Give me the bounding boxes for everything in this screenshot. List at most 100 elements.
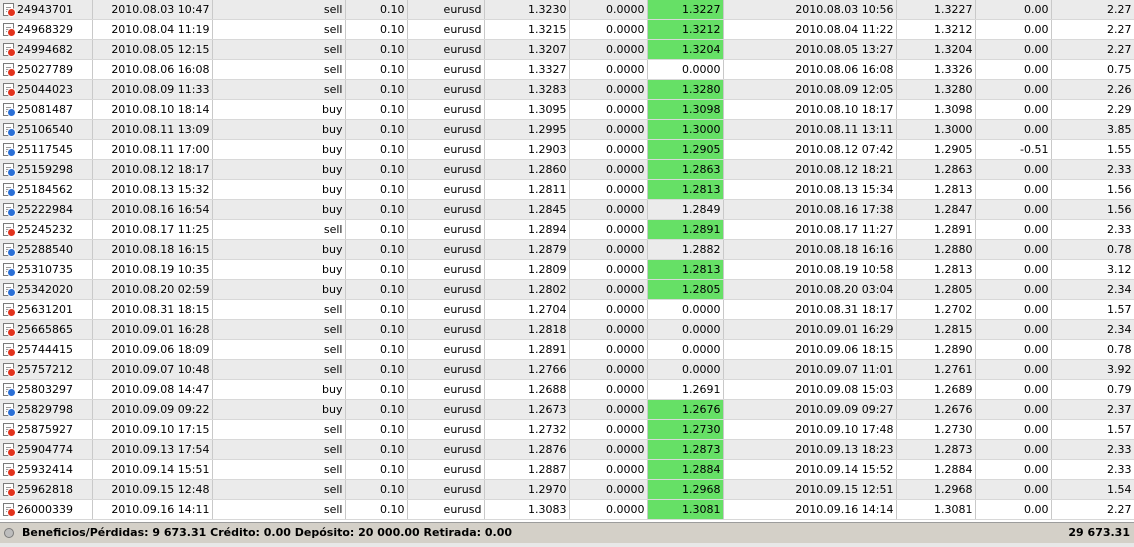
ticket-cell: 25829798 — [0, 399, 93, 420]
take-profit-text: 1.3227 — [682, 3, 721, 16]
open-price-cell: 1.2876 — [484, 439, 570, 460]
profit-cell: 1.56 — [1051, 199, 1134, 220]
symbol-cell: eurusd — [407, 0, 485, 20]
table-row[interactable]: 25159298 2010.08.12 18:17 buy 0.10 eurusd 1.2… — [0, 159, 1134, 180]
table-row[interactable]: 25081487 2010.08.10 18:14 buy 0.10 eurusd 1.3… — [0, 99, 1134, 120]
status-icon — [4, 528, 14, 538]
table-row[interactable]: 25288540 2010.08.18 16:15 buy 0.10 eurusd 1.2… — [0, 239, 1134, 260]
profit-text: 2.33 — [1107, 163, 1132, 176]
take-profit-text: 1.3098 — [682, 103, 721, 116]
table-row[interactable]: 25631201 2010.08.31 18:15 sell 0.10 eurusd 1.… — [0, 299, 1134, 320]
type-text: sell — [323, 443, 343, 456]
close-price-cell: 1.2905 — [896, 139, 976, 160]
stop-loss-cell: 0.0000 — [569, 0, 648, 20]
table-row[interactable]: 25342020 2010.08.20 02:59 buy 0.10 eurusd 1.2… — [0, 279, 1134, 300]
table-row[interactable]: 24968329 2010.08.04 11:19 sell 0.10 eurusd 1.… — [0, 19, 1134, 40]
symbol-cell: eurusd — [407, 139, 485, 160]
type-text: sell — [323, 63, 343, 76]
trade-rows: 24943701 2010.08.03 10:47 sell 0.10 eurusd 1.… — [0, 0, 1134, 520]
table-row[interactable]: 26000339 2010.09.16 14:11 sell 0.10 eurusd 1.… — [0, 499, 1134, 520]
symbol-text: eurusd — [443, 283, 482, 296]
ticket-text: 25159298 — [17, 162, 73, 176]
stop-loss-text: 0.0000 — [606, 363, 645, 376]
open-price-cell: 1.3283 — [484, 79, 570, 100]
profit-text: 2.27 — [1107, 3, 1132, 16]
open-price-cell: 1.2879 — [484, 239, 570, 260]
ticket-text: 25342020 — [17, 282, 73, 296]
profit-text: 2.33 — [1107, 443, 1132, 456]
open-time-text: 2010.08.05 12:15 — [111, 43, 210, 56]
stop-loss-cell: 0.0000 — [569, 319, 648, 340]
close-price-cell: 1.2689 — [896, 379, 976, 400]
symbol-cell: eurusd — [407, 299, 485, 320]
symbol-text: eurusd — [443, 323, 482, 336]
table-row[interactable]: 24994682 2010.08.05 12:15 sell 0.10 eurusd 1.… — [0, 39, 1134, 60]
table-row[interactable]: 25665865 2010.09.01 16:28 sell 0.10 eurusd 1.… — [0, 319, 1134, 340]
type-text: buy — [322, 103, 343, 116]
table-row[interactable]: 25744415 2010.09.06 18:09 sell 0.10 eurusd 1.… — [0, 339, 1134, 360]
open-price-cell: 1.2845 — [484, 199, 570, 220]
symbol-cell: eurusd — [407, 239, 485, 260]
open-time-text: 2010.09.14 15:51 — [111, 463, 210, 476]
size-text: 0.10 — [380, 3, 405, 16]
take-profit-text: 1.3212 — [682, 23, 721, 36]
table-row[interactable]: 25829798 2010.09.09 09:22 buy 0.10 eurusd 1.2… — [0, 399, 1134, 420]
type-text: sell — [323, 343, 343, 356]
close-time-text: 2010.09.16 14:14 — [795, 503, 894, 516]
open-price-text: 1.2818 — [528, 323, 567, 336]
swap-cell: 0.00 — [975, 439, 1052, 460]
symbol-cell: eurusd — [407, 259, 485, 280]
profit-text: 1.57 — [1107, 303, 1132, 316]
close-price-text: 1.2884 — [934, 463, 973, 476]
close-time-text: 2010.08.17 11:27 — [795, 223, 894, 236]
table-row[interactable]: 25117545 2010.08.11 17:00 buy 0.10 eurusd 1.2… — [0, 139, 1134, 160]
ticket-text: 25044023 — [17, 82, 73, 96]
open-time-cell: 2010.09.01 16:28 — [92, 319, 213, 340]
table-row[interactable]: 25184562 2010.08.13 15:32 buy 0.10 eurusd 1.2… — [0, 179, 1134, 200]
symbol-text: eurusd — [443, 223, 482, 236]
table-row[interactable]: 25310735 2010.08.19 10:35 buy 0.10 eurusd 1.2… — [0, 259, 1134, 280]
stop-loss-text: 0.0000 — [606, 23, 645, 36]
table-row[interactable]: 25962818 2010.09.15 12:48 sell 0.10 eurusd 1.… — [0, 479, 1134, 500]
size-text: 0.10 — [380, 43, 405, 56]
table-row[interactable]: 24943701 2010.08.03 10:47 sell 0.10 eurusd 1.… — [0, 0, 1134, 20]
stop-loss-cell: 0.0000 — [569, 259, 648, 280]
close-time-cell: 2010.08.16 17:38 — [723, 199, 897, 220]
table-row[interactable]: 25044023 2010.08.09 11:33 sell 0.10 eurusd 1.… — [0, 79, 1134, 100]
ticket-text: 25932414 — [17, 462, 73, 476]
type-text: sell — [323, 43, 343, 56]
swap-text: 0.00 — [1024, 223, 1049, 236]
open-time-text: 2010.08.19 10:35 — [111, 263, 210, 276]
close-price-text: 1.2873 — [934, 443, 973, 456]
size-cell: 0.10 — [345, 399, 408, 420]
size-text: 0.10 — [380, 23, 405, 36]
stop-loss-cell: 0.0000 — [569, 299, 648, 320]
table-row[interactable]: 25027789 2010.08.06 16:08 sell 0.10 eurusd 1.… — [0, 59, 1134, 80]
buy-order-icon — [3, 183, 16, 198]
size-text: 0.10 — [380, 123, 405, 136]
table-row[interactable]: 25757212 2010.09.07 10:48 sell 0.10 eurusd 1.… — [0, 359, 1134, 380]
ticket-text: 25184562 — [17, 182, 73, 196]
swap-cell: -0.51 — [975, 139, 1052, 160]
profit-cell: 2.33 — [1051, 159, 1134, 180]
profit-text: 0.78 — [1107, 343, 1132, 356]
sell-order-icon — [3, 363, 16, 378]
profit-text: 2.27 — [1107, 23, 1132, 36]
symbol-text: eurusd — [443, 403, 482, 416]
close-price-cell: 1.2813 — [896, 259, 976, 280]
table-row[interactable]: 25932414 2010.09.14 15:51 sell 0.10 eurusd 1.… — [0, 459, 1134, 480]
close-price-cell: 1.2873 — [896, 439, 976, 460]
open-price-cell: 1.2688 — [484, 379, 570, 400]
close-price-cell: 1.2805 — [896, 279, 976, 300]
close-time-text: 2010.08.04 11:22 — [795, 23, 894, 36]
table-row[interactable]: 25875927 2010.09.10 17:15 sell 0.10 eurusd 1.… — [0, 419, 1134, 440]
table-row[interactable]: 25803297 2010.09.08 14:47 buy 0.10 eurusd 1.2… — [0, 379, 1134, 400]
ticket-cell: 25932414 — [0, 459, 93, 480]
table-row[interactable]: 25245232 2010.08.17 11:25 sell 0.10 eurusd 1.… — [0, 219, 1134, 240]
table-row[interactable]: 25222984 2010.08.16 16:54 buy 0.10 eurusd 1.2… — [0, 199, 1134, 220]
table-row[interactable]: 25904774 2010.09.13 17:54 sell 0.10 eurusd 1.… — [0, 439, 1134, 460]
type-cell: sell — [212, 339, 346, 360]
take-profit-cell: 1.2813 — [647, 179, 724, 200]
ticket-text: 25962818 — [17, 482, 73, 496]
table-row[interactable]: 25106540 2010.08.11 13:09 buy 0.10 eurusd 1.2… — [0, 119, 1134, 140]
